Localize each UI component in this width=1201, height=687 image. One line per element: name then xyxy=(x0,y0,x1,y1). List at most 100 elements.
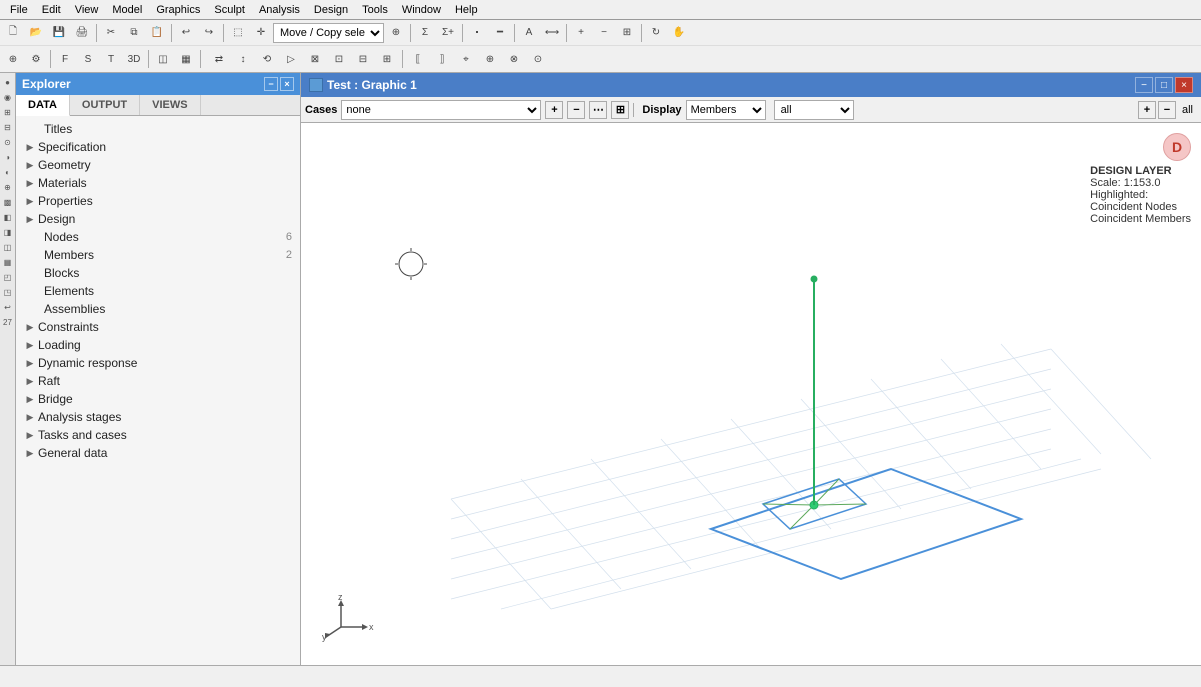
toolbar-render[interactable]: ◫ xyxy=(152,48,174,70)
tb-e14[interactable]: ⊙ xyxy=(527,48,549,70)
tree-item-nodes[interactable]: Nodes 6 xyxy=(16,228,300,246)
tree-item-specification[interactable]: ▶ Specification xyxy=(16,138,300,156)
tb-e10[interactable]: ⟧ xyxy=(431,48,453,70)
toolbar-paste[interactable]: 📋 xyxy=(146,22,168,44)
iconbar-btn-13[interactable]: ▦ xyxy=(1,255,15,269)
menu-analysis[interactable]: Analysis xyxy=(253,4,306,16)
tree-item-members[interactable]: Members 2 xyxy=(16,246,300,264)
toolbar-save[interactable]: 💾 xyxy=(48,22,70,44)
toolbar-view-3d[interactable]: 3D xyxy=(123,48,145,70)
iconbar-btn-1[interactable]: ● xyxy=(1,75,15,89)
toolbar-sum[interactable]: Σ xyxy=(414,22,436,44)
menu-graphics[interactable]: Graphics xyxy=(150,4,206,16)
tb-e1[interactable]: ⇄ xyxy=(208,48,230,70)
tab-output[interactable]: OUTPUT xyxy=(70,95,140,115)
tb-e11[interactable]: ⌖ xyxy=(455,48,477,70)
iconbar-btn-6[interactable]: ◑ xyxy=(1,150,15,164)
toolbar-snap[interactable]: ⊕ xyxy=(385,22,407,44)
tb-e2[interactable]: ↕ xyxy=(232,48,254,70)
menu-help[interactable]: Help xyxy=(449,4,484,16)
toolbar-dim[interactable]: ⟷ xyxy=(541,22,563,44)
tree-item-blocks[interactable]: Blocks xyxy=(16,264,300,282)
toolbar-copy[interactable]: ⧉ xyxy=(123,22,145,44)
menu-sculpt[interactable]: Sculpt xyxy=(208,4,251,16)
toolbar-zoom-in[interactable]: + xyxy=(570,22,592,44)
tb-e4[interactable]: ▷ xyxy=(280,48,302,70)
all-add-btn[interactable]: + xyxy=(1138,101,1156,119)
explorer-close-btn[interactable]: × xyxy=(280,77,294,91)
tree-item-design[interactable]: ▶ Design xyxy=(16,210,300,228)
toolbar-zoom-all[interactable]: ⊞ xyxy=(616,22,638,44)
menu-file[interactable]: File xyxy=(4,4,34,16)
toolbar-redo[interactable]: ↪ xyxy=(198,22,220,44)
tree-item-analysis-stages[interactable]: ▶ Analysis stages xyxy=(16,408,300,426)
canvas-area[interactable]: D DESIGN LAYER Scale: 1:153.0 Highlighte… xyxy=(301,123,1201,665)
menu-tools[interactable]: Tools xyxy=(356,4,394,16)
toolbar-settings[interactable]: ⚙ xyxy=(25,48,47,70)
menu-view[interactable]: View xyxy=(69,4,105,16)
toolbar-beam[interactable]: ━ xyxy=(489,22,511,44)
tree-item-properties[interactable]: ▶ Properties xyxy=(16,192,300,210)
iconbar-btn-2[interactable]: ◉ xyxy=(1,90,15,104)
toolbar-new[interactable]: 🗋 xyxy=(2,22,24,44)
tb-e7[interactable]: ⊟ xyxy=(352,48,374,70)
toolbar-view-front[interactable]: F xyxy=(54,48,76,70)
tree-item-titles[interactable]: Titles xyxy=(16,120,300,138)
iconbar-btn-5[interactable]: ⊙ xyxy=(1,135,15,149)
iconbar-btn-4[interactable]: ⊟ xyxy=(1,120,15,134)
toolbar-text[interactable]: A xyxy=(518,22,540,44)
iconbar-btn-7[interactable]: ◐ xyxy=(1,165,15,179)
toolbar-pan[interactable]: ✋ xyxy=(668,22,690,44)
menu-design[interactable]: Design xyxy=(308,4,354,16)
toolbar-view-top[interactable]: T xyxy=(100,48,122,70)
cases-remove-btn[interactable]: − xyxy=(567,101,585,119)
cases-list-btn[interactable]: ⋯ xyxy=(589,101,607,119)
tb-e12[interactable]: ⊕ xyxy=(479,48,501,70)
menu-model[interactable]: Model xyxy=(106,4,148,16)
all-remove-btn[interactable]: − xyxy=(1158,101,1176,119)
menu-edit[interactable]: Edit xyxy=(36,4,67,16)
tb-e8[interactable]: ⊞ xyxy=(376,48,398,70)
toolbar-undo[interactable]: ↩ xyxy=(175,22,197,44)
tree-item-loading[interactable]: ▶ Loading xyxy=(16,336,300,354)
toolbar-node[interactable]: ⬝ xyxy=(466,22,488,44)
cases-select[interactable]: none xyxy=(341,100,541,120)
tree-item-assemblies[interactable]: Assemblies xyxy=(16,300,300,318)
tree-item-geometry[interactable]: ▶ Geometry xyxy=(16,156,300,174)
toolbar-open[interactable]: 📂 xyxy=(25,22,47,44)
tree-item-raft[interactable]: ▶ Raft xyxy=(16,372,300,390)
tree-item-dynamic-response[interactable]: ▶ Dynamic response xyxy=(16,354,300,372)
iconbar-btn-16[interactable]: ↩ xyxy=(1,300,15,314)
tb-e9[interactable]: ⟦ xyxy=(407,48,429,70)
tb-e6[interactable]: ⊡ xyxy=(328,48,350,70)
minimize-button[interactable]: − xyxy=(1135,77,1153,93)
toolbar-zoom-out[interactable]: − xyxy=(593,22,615,44)
tab-data[interactable]: DATA xyxy=(16,95,70,116)
tree-item-bridge[interactable]: ▶ Bridge xyxy=(16,390,300,408)
display-select[interactable]: Members Nodes xyxy=(686,100,766,120)
all-select[interactable]: all xyxy=(774,100,854,120)
tb-e3[interactable]: ⟲ xyxy=(256,48,278,70)
toolbar-sum2[interactable]: Σ+ xyxy=(437,22,459,44)
iconbar-btn-9[interactable]: ▩ xyxy=(1,195,15,209)
tree-item-elements[interactable]: Elements xyxy=(16,282,300,300)
toolbar-mode-select[interactable]: Move / Copy sele xyxy=(273,23,384,43)
toolbar-select[interactable]: ⬚ xyxy=(227,22,249,44)
toolbar-rotate[interactable]: ↻ xyxy=(645,22,667,44)
cases-add-btn[interactable]: + xyxy=(545,101,563,119)
iconbar-btn-12[interactable]: ◫ xyxy=(1,240,15,254)
tree-item-constraints[interactable]: ▶ Constraints xyxy=(16,318,300,336)
tab-views[interactable]: VIEWS xyxy=(140,95,200,115)
explorer-pin-btn[interactable]: − xyxy=(264,77,278,91)
toolbar-add-node[interactable]: ⊕ xyxy=(2,48,24,70)
tree-item-general-data[interactable]: ▶ General data xyxy=(16,444,300,462)
iconbar-btn-14[interactable]: ◰ xyxy=(1,270,15,284)
toolbar-print[interactable]: 🖨 xyxy=(71,22,93,44)
toolbar-view-side[interactable]: S xyxy=(77,48,99,70)
tb-e5[interactable]: ⊠ xyxy=(304,48,326,70)
tree-item-materials[interactable]: ▶ Materials xyxy=(16,174,300,192)
maximize-button[interactable]: □ xyxy=(1155,77,1173,93)
iconbar-btn-15[interactable]: ◳ xyxy=(1,285,15,299)
toolbar-cut[interactable]: ✂ xyxy=(100,22,122,44)
menu-window[interactable]: Window xyxy=(396,4,447,16)
